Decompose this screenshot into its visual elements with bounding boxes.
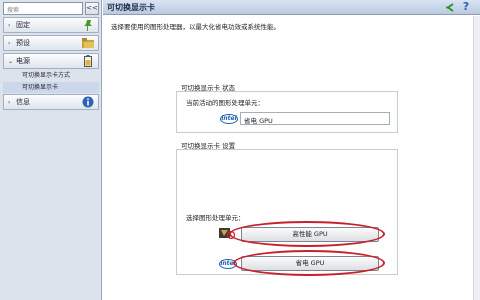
sidebar-item-info[interactable]: › 信息	[3, 94, 99, 110]
current-gpu-label: 当前活动的图形处理单元：	[186, 99, 264, 107]
sidebar-subitem-switchable-mode[interactable]: 可切换显示卡方式	[3, 70, 99, 81]
sidebar-item-label: 预设	[16, 39, 30, 47]
sidebar-item-power[interactable]: ⌄ 电源	[3, 53, 99, 69]
sidebar-item-pin[interactable]: › 固定	[3, 17, 99, 33]
page-title: 可切换显示卡	[107, 3, 155, 12]
pin-icon	[81, 19, 95, 31]
search-row: 搜索 <<	[3, 2, 99, 16]
folder-icon	[81, 37, 95, 49]
sidebar-item-label: 电源	[16, 57, 30, 65]
page-description: 选择要使用的图形处理器，以最大化省电功效或系统性能。	[111, 23, 280, 31]
expand-arrow-icon: ›	[8, 39, 11, 47]
collapse-arrow-icon: ⌄	[8, 57, 14, 65]
search-input[interactable]: 搜索	[3, 2, 83, 15]
sidebar-item-presets[interactable]: › 预设	[3, 35, 99, 51]
expand-arrow-icon: ›	[8, 21, 11, 29]
sidebar: 搜索 << › 固定 › 预设 ⌄ 电源 可切换显示卡方式 可切换显示卡 › 信…	[0, 0, 102, 300]
highlight-oval	[233, 250, 385, 276]
select-gpu-label: 选择图形处理单元：	[186, 214, 245, 222]
settings-group-title: 可切换显示卡 设置	[181, 142, 236, 150]
intel-logo-icon: intel	[220, 114, 238, 124]
battery-icon	[81, 55, 95, 67]
sidebar-subitem-switchable-graphics[interactable]: 可切换显示卡	[3, 82, 99, 93]
expand-arrow-icon: ›	[8, 98, 11, 106]
title-bar: 可切换显示卡 ?	[103, 0, 480, 15]
back-arrow-icon[interactable]	[445, 3, 454, 12]
help-icon[interactable]: ?	[460, 0, 472, 13]
scrollbar[interactable]	[473, 16, 480, 300]
status-group-title: 可切换显示卡 状态	[181, 84, 236, 92]
current-gpu-value: 省电 GPU	[240, 112, 390, 125]
sidebar-item-label: 信息	[16, 98, 30, 106]
info-icon	[81, 96, 95, 108]
collapse-sidebar-button[interactable]: <<	[85, 2, 99, 15]
highlight-oval	[229, 221, 385, 247]
sidebar-item-label: 固定	[16, 21, 30, 29]
